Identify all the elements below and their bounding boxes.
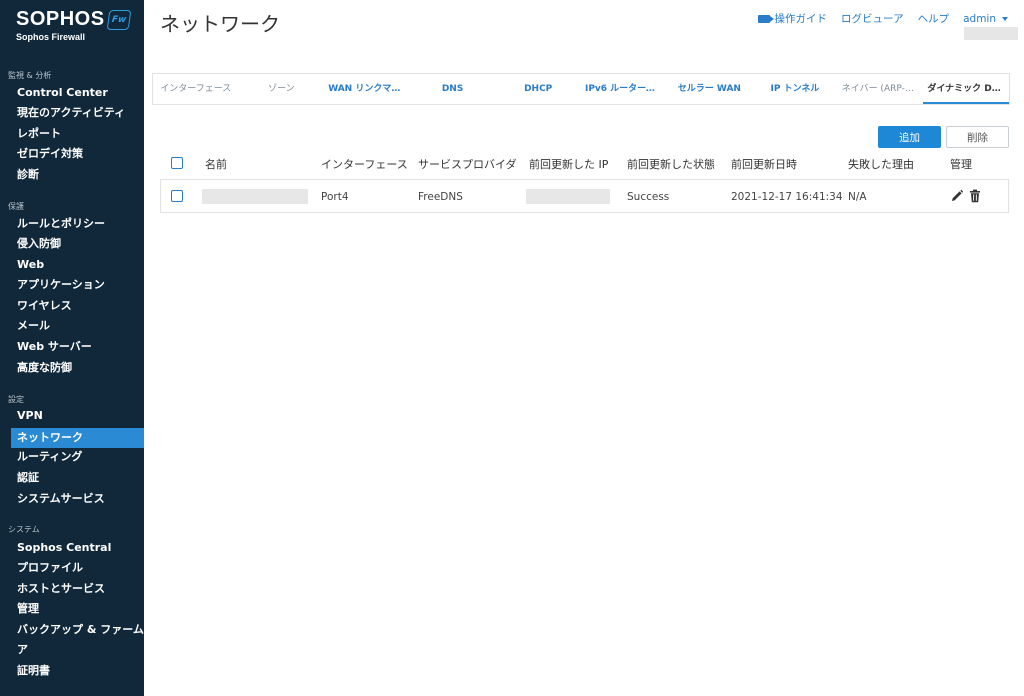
edit-pencil-icon[interactable] bbox=[950, 189, 964, 203]
cell-interface: Port4 bbox=[321, 191, 349, 203]
nav-section-system: システム bbox=[8, 525, 40, 534]
sidebar-item-advanced-protection[interactable]: 高度な防御 bbox=[0, 358, 144, 378]
sidebar-item-control-center[interactable]: Control Center bbox=[0, 83, 144, 103]
logo-product-name: Sophos Firewall bbox=[16, 32, 86, 42]
user-name: admin bbox=[963, 12, 996, 25]
redacted-name bbox=[202, 189, 308, 204]
sidebar-item-zero-day[interactable]: ゼロデイ対策 bbox=[0, 144, 144, 164]
sidebar-item-system-services[interactable]: システムサービス bbox=[0, 489, 144, 509]
sidebar-item-authentication[interactable]: 認証 bbox=[0, 468, 144, 488]
tab-interfaces[interactable]: インターフェース bbox=[153, 74, 239, 104]
delete-trash-icon[interactable] bbox=[968, 189, 982, 203]
sidebar-item-sophos-central[interactable]: Sophos Central bbox=[0, 538, 144, 558]
cell-failure-reason: N/A bbox=[848, 191, 867, 203]
help-link[interactable]: ヘルプ bbox=[918, 11, 950, 26]
sidebar-item-hosts-services[interactable]: ホストとサービス bbox=[0, 579, 144, 599]
sidebar-item-email[interactable]: メール bbox=[0, 316, 144, 336]
fw-badge-icon: Fw bbox=[106, 10, 132, 30]
sidebar: SOPHOS Sophos Firewall Fw 監視 & 分析 Contro… bbox=[0, 0, 144, 696]
column-header-manage: 管理 bbox=[950, 158, 972, 171]
tab-cellular-wan[interactable]: セルラー WAN bbox=[667, 74, 753, 104]
column-header-interface[interactable]: インターフェース bbox=[321, 156, 408, 172]
tab-ip-tunnels[interactable]: IP トンネル bbox=[752, 74, 838, 104]
sidebar-item-wireless[interactable]: ワイヤレス bbox=[0, 296, 144, 316]
sidebar-item-reports[interactable]: レポート bbox=[0, 124, 144, 144]
video-camera-icon bbox=[757, 14, 774, 23]
caret-down-icon bbox=[1002, 16, 1008, 21]
log-viewer-link[interactable]: ログビューア bbox=[841, 11, 904, 26]
nav-section-configure: 設定 bbox=[8, 395, 24, 404]
redacted-user-info bbox=[964, 27, 1018, 40]
column-header-failure-reason[interactable]: 失敗した理由 bbox=[848, 156, 914, 172]
sidebar-item-web-server[interactable]: Web サーバー bbox=[0, 337, 144, 357]
nav-section-monitor: 監視 & 分析 bbox=[8, 71, 52, 80]
tab-neighbors[interactable]: ネイバー (ARP-ND... bbox=[838, 74, 924, 104]
select-all-checkbox[interactable] bbox=[171, 157, 183, 169]
nav-section-protect: 保護 bbox=[8, 202, 24, 211]
top-links: 操作ガイド ログビューア ヘルプ admin bbox=[757, 11, 1008, 26]
cell-last-updated: 2021-12-17 16:41:34 bbox=[731, 191, 843, 203]
tab-ipv6-router-advertisement[interactable]: IPv6 ルーターアド... bbox=[581, 74, 667, 104]
add-button[interactable]: 追加 bbox=[878, 126, 941, 148]
sophos-logo[interactable]: SOPHOS Sophos Firewall bbox=[16, 8, 105, 42]
sidebar-item-backup-firmware[interactable]: バックアップ & ファームウェ bbox=[0, 620, 144, 640]
page-title: ネットワーク bbox=[160, 12, 280, 36]
tab-dynamic-dns[interactable]: ダイナミック DNS bbox=[923, 74, 1009, 104]
cell-status: Success bbox=[627, 191, 670, 203]
guide-link[interactable]: 操作ガイド bbox=[757, 11, 828, 26]
sidebar-item-routing[interactable]: ルーティング bbox=[0, 447, 144, 467]
sidebar-item-rules-policies[interactable]: ルールとポリシー bbox=[0, 214, 144, 234]
column-header-last-updated[interactable]: 前回更新日時 bbox=[731, 156, 797, 172]
row-checkbox[interactable] bbox=[171, 190, 183, 202]
tab-zones[interactable]: ゾーン bbox=[239, 74, 325, 104]
sidebar-item-applications[interactable]: アプリケーション bbox=[0, 275, 144, 295]
sidebar-item-vpn[interactable]: VPN bbox=[0, 406, 144, 426]
sidebar-item-ips[interactable]: 侵入防御 bbox=[0, 234, 144, 254]
sidebar-item-web[interactable]: Web bbox=[0, 255, 144, 275]
network-tabs: インターフェース ゾーン WAN リンクマネー... DNS DHCP IPv6… bbox=[152, 73, 1010, 105]
sidebar-item-backup-firmware-wrap[interactable]: ア bbox=[0, 640, 144, 660]
sidebar-item-administration[interactable]: 管理 bbox=[0, 599, 144, 619]
tab-dhcp[interactable]: DHCP bbox=[495, 74, 581, 104]
sidebar-item-network[interactable]: ネットワーク bbox=[11, 428, 144, 448]
delete-button[interactable]: 削除 bbox=[946, 126, 1009, 148]
sidebar-item-certificates[interactable]: 証明書 bbox=[0, 661, 144, 681]
column-header-last-status[interactable]: 前回更新した状態 bbox=[627, 156, 715, 172]
sidebar-item-profiles[interactable]: プロファイル bbox=[0, 558, 144, 578]
user-menu[interactable]: admin bbox=[963, 13, 1008, 25]
column-header-provider[interactable]: サービスプロバイダ bbox=[418, 156, 517, 172]
redacted-last-ip bbox=[526, 189, 610, 204]
tab-wan-link-manager[interactable]: WAN リンクマネー... bbox=[324, 74, 410, 104]
sidebar-item-diagnostics[interactable]: 診断 bbox=[0, 165, 144, 185]
guide-link-label: 操作ガイド bbox=[774, 13, 828, 25]
logo-wordmark: SOPHOS bbox=[16, 8, 105, 30]
tab-dns[interactable]: DNS bbox=[410, 74, 496, 104]
sidebar-item-current-activity[interactable]: 現在のアクティビティ bbox=[0, 103, 144, 123]
column-header-name[interactable]: 名前 bbox=[205, 156, 227, 172]
column-header-last-ip[interactable]: 前回更新した IP bbox=[529, 156, 608, 172]
cell-provider: FreeDNS bbox=[418, 191, 463, 203]
